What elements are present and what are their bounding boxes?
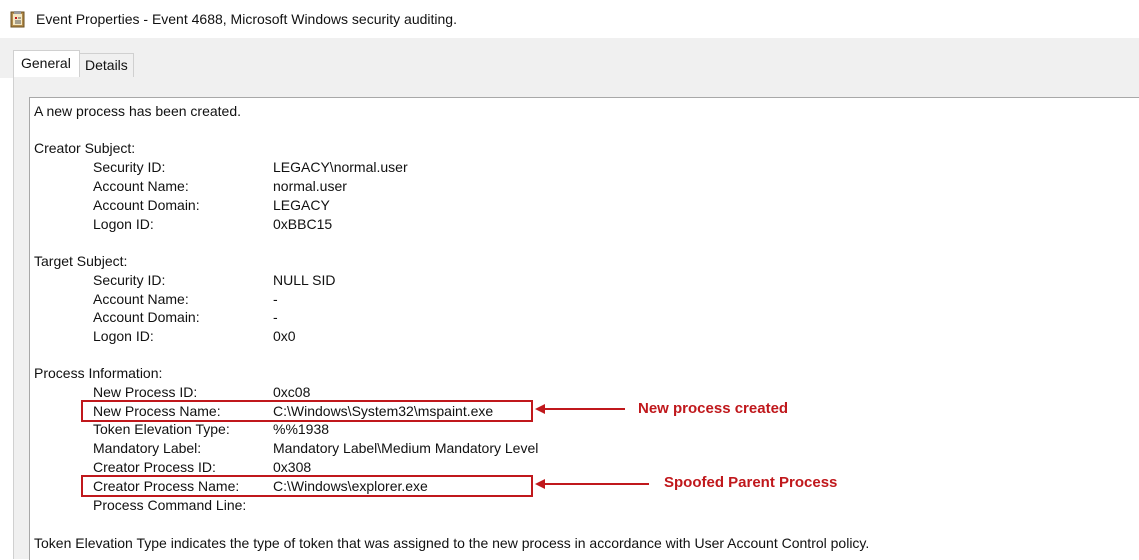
arrow-new-process	[543, 408, 625, 410]
field-value: LEGACY\normal.user	[273, 159, 408, 175]
footer-text: Token Elevation Type indicates the type …	[34, 535, 870, 551]
intro-text: A new process has been created.	[34, 103, 242, 119]
field-value: -	[273, 291, 278, 307]
field-value: 0xBBC15	[273, 216, 333, 232]
field-label: Creator Process ID:	[93, 459, 216, 475]
field-label: New Process ID:	[93, 384, 198, 400]
field-value: 0x0	[273, 328, 296, 344]
tab-details[interactable]: Details	[79, 53, 134, 78]
field-label: Mandatory Label:	[93, 440, 202, 456]
field-value: NULL SID	[273, 272, 336, 288]
arrow-spoofed-parent	[543, 483, 649, 485]
section-header-creator-subject: Creator Subject:	[34, 140, 136, 156]
field-value: Mandatory Label\Medium Mandatory Level	[273, 440, 539, 456]
annotation-new-process: New process created	[638, 400, 789, 417]
field-label: Security ID:	[93, 272, 166, 288]
field-label: Account Name:	[93, 178, 189, 194]
event-viewer-icon	[10, 11, 25, 28]
field-value: normal.user	[273, 178, 347, 194]
field-value: %%1938	[273, 421, 330, 437]
field-label: Logon ID:	[93, 328, 154, 344]
section-header-target-subject: Target Subject:	[34, 253, 128, 269]
field-value: -	[273, 309, 278, 325]
tab-strip: General Details	[0, 38, 1139, 78]
highlight-creator-process-name	[81, 475, 533, 497]
field-label: Account Domain:	[93, 309, 200, 325]
section-header-process-information: Process Information:	[34, 365, 163, 381]
field-value: 0x308	[273, 459, 312, 475]
highlight-new-process-name	[81, 400, 533, 422]
field-label: Account Name:	[93, 291, 189, 307]
field-value: LEGACY	[273, 197, 330, 213]
tab-general[interactable]: General	[13, 50, 80, 78]
field-value: 0xc08	[273, 384, 311, 400]
annotation-spoofed-parent: Spoofed Parent Process	[664, 474, 838, 491]
field-label: Account Domain:	[93, 197, 200, 213]
field-label: Process Command Line:	[93, 497, 247, 513]
title-bar: Event Properties - Event 4688, Microsoft…	[0, 0, 1139, 38]
field-label: Token Elevation Type:	[93, 421, 230, 437]
window-title: Event Properties - Event 4688, Microsoft…	[36, 11, 457, 27]
field-label: Security ID:	[93, 159, 166, 175]
field-label: Logon ID:	[93, 216, 154, 232]
